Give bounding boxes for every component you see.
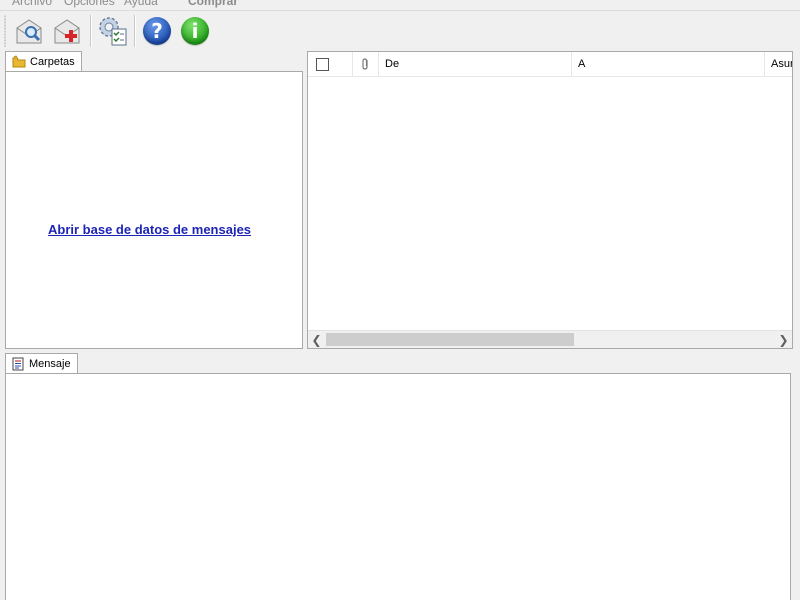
toolbar-separator — [134, 15, 136, 47]
tab-carpetas-label: Carpetas — [30, 56, 75, 68]
settings-button[interactable] — [96, 14, 130, 48]
paperclip-icon — [362, 58, 368, 70]
select-all-column[interactable] — [308, 52, 353, 76]
menu-ayuda[interactable]: Ayuda — [124, 0, 158, 8]
menu-opciones[interactable]: Opciones — [64, 0, 115, 8]
column-header-asunto[interactable]: Asun — [765, 52, 792, 76]
message-preview-panel — [5, 373, 791, 600]
toolbar-grip[interactable] — [4, 15, 6, 47]
message-document-icon — [12, 357, 24, 371]
folders-panel: Abrir base de datos de mensajes — [5, 71, 303, 349]
settings-checklist-icon — [99, 17, 127, 46]
help-button[interactable]: ? — [140, 14, 174, 48]
open-envelope-search-icon — [16, 19, 42, 44]
scroll-right-icon[interactable]: ❯ — [775, 331, 792, 348]
info-button[interactable]: i — [178, 14, 212, 48]
add-message-button[interactable] — [50, 14, 84, 48]
scrollbar-thumb[interactable] — [326, 333, 574, 346]
tab-mensaje[interactable]: Mensaje — [5, 353, 78, 374]
column-header-de[interactable]: De — [379, 52, 572, 76]
envelope-add-icon — [54, 19, 80, 44]
scroll-left-icon[interactable]: ❮ — [308, 331, 325, 348]
horizontal-scrollbar[interactable]: ❮ ❯ — [308, 330, 792, 348]
menu-archivo[interactable]: Archivo — [12, 0, 52, 8]
toolbar-separator — [90, 15, 92, 47]
tab-carpetas[interactable]: Carpetas — [5, 51, 82, 72]
message-list: De A Asun ❮ ❯ — [307, 51, 793, 349]
column-header-a[interactable]: A — [572, 52, 765, 76]
open-database-link[interactable]: Abrir base de datos de mensajes — [48, 222, 251, 237]
info-icon: i — [181, 17, 209, 45]
menu-bar: Archivo Opciones Ayuda Comprar — [0, 0, 800, 10]
list-header: De A Asun — [308, 52, 792, 77]
tab-mensaje-label: Mensaje — [29, 358, 71, 370]
attachment-column[interactable] — [353, 52, 379, 76]
open-database-button[interactable] — [12, 14, 46, 48]
toolbar: ? i — [0, 10, 800, 52]
help-icon: ? — [143, 17, 171, 45]
select-all-checkbox[interactable] — [316, 57, 329, 71]
folder-icon — [12, 55, 26, 68]
menu-comprar[interactable]: Comprar — [188, 0, 238, 8]
